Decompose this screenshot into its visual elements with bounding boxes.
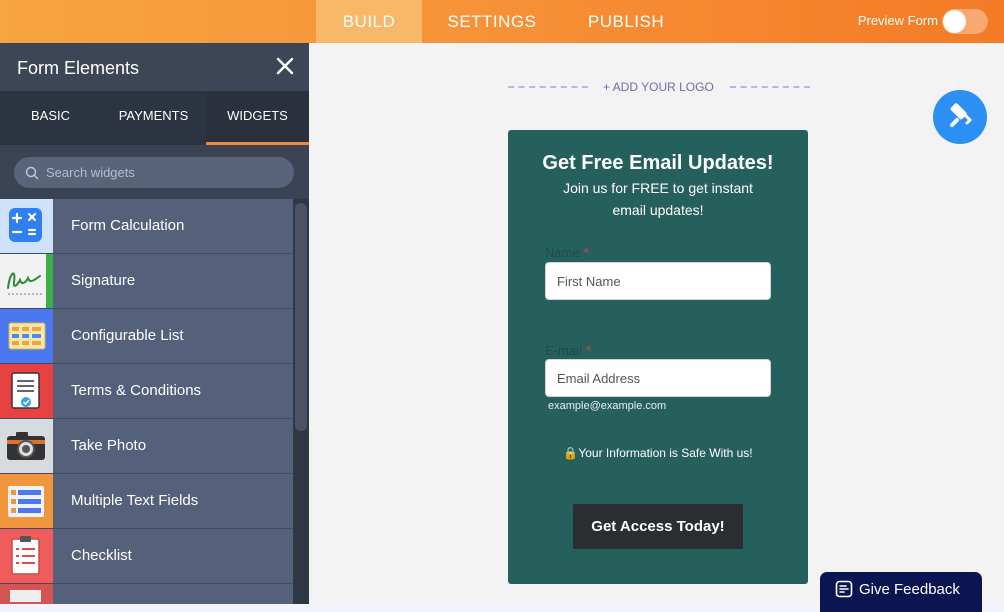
partial-widget-icon xyxy=(0,584,53,604)
email-signup-form: Get Free Email Updates! Join us for FREE… xyxy=(508,130,808,584)
camera-icon xyxy=(0,419,53,473)
email-address-input[interactable] xyxy=(545,359,771,397)
tab-build[interactable]: BUILD xyxy=(316,0,422,43)
widget-label: Configurable List xyxy=(71,327,184,344)
submit-button[interactable]: Get Access Today! xyxy=(573,504,743,549)
close-icon[interactable] xyxy=(274,55,296,77)
widget-label: Signature xyxy=(71,272,136,289)
search-widgets-input[interactable] xyxy=(14,157,294,188)
search-icon xyxy=(25,166,39,180)
scrollbar-thumb[interactable] xyxy=(295,203,307,431)
safety-note-text: Your Information is Safe With us! xyxy=(578,446,753,460)
email-field-label: E-mail * xyxy=(545,343,591,358)
email-hint: example@example.com xyxy=(548,400,667,412)
sidebar-title: Form Elements xyxy=(17,58,140,78)
give-feedback-button[interactable]: Give Feedback xyxy=(820,572,982,612)
form-elements-sidebar: Form Elements BASIC PAYMENTS WIDGETS For… xyxy=(0,43,309,604)
logo-divider-left xyxy=(508,86,588,88)
widget-label: Checklist xyxy=(71,547,132,564)
tab-basic[interactable]: BASIC xyxy=(0,91,101,145)
sidebar-tabs: BASIC PAYMENTS WIDGETS xyxy=(0,91,309,145)
clipboard-checklist-icon xyxy=(0,529,53,583)
widget-signature[interactable]: Signature xyxy=(0,254,293,309)
first-name-input[interactable] xyxy=(545,262,771,300)
feedback-icon xyxy=(835,580,853,598)
text-fields-icon xyxy=(0,474,53,528)
widget-partial[interactable] xyxy=(0,584,293,604)
calculator-icon xyxy=(0,199,53,253)
tab-settings[interactable]: SETTINGS xyxy=(430,0,554,43)
list-grid-icon xyxy=(0,309,53,363)
widget-label: Multiple Text Fields xyxy=(71,492,199,509)
widget-configurable-list[interactable]: Configurable List xyxy=(0,309,293,364)
form-subtitle: Join us for FREE to get instant email up… xyxy=(563,180,753,218)
top-navigation-bar: BUILD SETTINGS PUBLISH Preview Form xyxy=(0,0,1004,43)
document-check-icon xyxy=(0,364,53,418)
widget-form-calculation[interactable]: Form Calculation xyxy=(0,199,293,254)
tab-payments[interactable]: PAYMENTS xyxy=(101,91,206,145)
widget-take-photo[interactable]: Take Photo xyxy=(0,419,293,474)
preview-form-toggle[interactable] xyxy=(942,9,988,34)
sidebar-scrollbar[interactable] xyxy=(293,199,309,604)
paint-roller-icon xyxy=(950,103,973,127)
widget-label: Form Calculation xyxy=(71,217,185,234)
logo-divider-right xyxy=(730,86,810,88)
required-asterisk: * xyxy=(583,245,589,260)
widget-label: Take Photo xyxy=(71,437,147,454)
name-field-label: Name * xyxy=(545,245,589,260)
widget-label: Terms & Conditions xyxy=(71,382,202,399)
preview-form-label: Preview Form xyxy=(857,13,938,28)
form-designer-button[interactable] xyxy=(933,90,987,144)
name-label-text: Name xyxy=(545,245,580,260)
form-title: Get Free Email Updates! xyxy=(542,152,774,174)
widget-list: Form Calculation Signature Configurable … xyxy=(0,199,293,604)
search-bar xyxy=(0,145,309,200)
signature-icon xyxy=(0,254,53,308)
widget-multiple-text-fields[interactable]: Multiple Text Fields xyxy=(0,474,293,529)
lock-icon: 🔒 xyxy=(563,446,579,460)
email-label-text: E-mail xyxy=(545,343,582,358)
toggle-knob xyxy=(943,10,966,33)
tab-widgets[interactable]: WIDGETS xyxy=(206,91,309,145)
widget-checklist[interactable]: Checklist xyxy=(0,529,293,584)
safety-note: 🔒Your Information is Safe With us! xyxy=(508,446,808,460)
feedback-label: Give Feedback xyxy=(859,581,960,598)
tab-publish[interactable]: PUBLISH xyxy=(572,0,680,43)
sidebar-header: Form Elements xyxy=(0,43,309,91)
required-asterisk: * xyxy=(585,343,591,358)
add-logo-button[interactable]: + ADD YOUR LOGO xyxy=(603,80,714,94)
widget-terms-conditions[interactable]: Terms & Conditions xyxy=(0,364,293,419)
